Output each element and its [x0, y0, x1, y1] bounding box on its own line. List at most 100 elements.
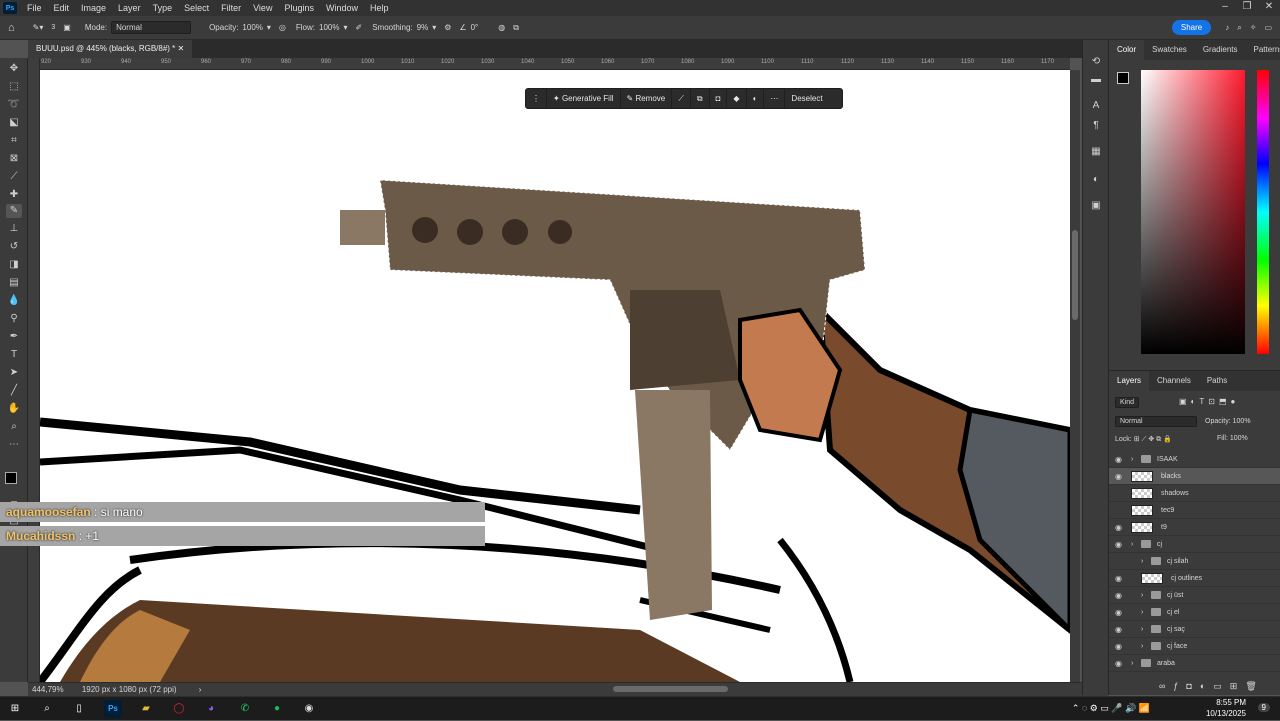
- zoom-tool-icon[interactable]: ⌕: [6, 420, 22, 434]
- mode-dropdown[interactable]: Normal: [111, 21, 191, 34]
- horizontal-scroll-thumb[interactable]: [613, 686, 728, 692]
- group-chevron-icon[interactable]: ›: [1141, 604, 1143, 621]
- object-select-tool-icon[interactable]: ⬕: [6, 116, 22, 130]
- obs-icon[interactable]: ◉: [300, 700, 318, 718]
- document-tab[interactable]: BUUU.psd @ 445% (blacks, RGB/8#) * ✕: [28, 40, 192, 58]
- foreground-swatch[interactable]: [1117, 72, 1129, 84]
- layer-row[interactable]: ◉t9: [1109, 519, 1280, 536]
- kind-filter[interactable]: Kind: [1115, 397, 1171, 410]
- gear-icon[interactable]: ⚙: [444, 23, 451, 32]
- deselect-button[interactable]: Deselect: [785, 88, 828, 109]
- task-view-icon[interactable]: ▯: [70, 700, 88, 718]
- visibility-eye-icon[interactable]: ◉: [1115, 638, 1125, 655]
- layer-row[interactable]: ◉›ISAAK: [1109, 451, 1280, 468]
- marquee-tool-icon[interactable]: ⬚: [6, 80, 22, 94]
- eyedropper-tool-icon[interactable]: ⟋: [6, 170, 22, 184]
- visibility-eye-icon[interactable]: ◉: [1115, 587, 1125, 604]
- transform-icon[interactable]: ⧉: [691, 88, 710, 109]
- menu-help[interactable]: Help: [364, 3, 395, 13]
- clock-date[interactable]: 10/13/2025: [1206, 709, 1246, 718]
- layer-row[interactable]: ◉›cj face: [1109, 638, 1280, 655]
- scroll-thumb[interactable]: [1072, 230, 1078, 320]
- fill-icon[interactable]: ◆: [727, 88, 746, 109]
- fill-value[interactable]: 100%: [1230, 435, 1248, 442]
- layer-row[interactable]: ◉›cj: [1109, 536, 1280, 553]
- photoshop-taskbar-icon[interactable]: Ps: [104, 700, 122, 718]
- hue-slider[interactable]: [1257, 70, 1269, 354]
- notification-badge[interactable]: 9: [1258, 703, 1270, 712]
- chevron-down-icon[interactable]: ▾: [432, 23, 436, 32]
- character-icon[interactable]: A: [1089, 100, 1103, 114]
- layer-row[interactable]: ◉blacks: [1109, 468, 1280, 485]
- layer-row[interactable]: shadows: [1109, 485, 1280, 502]
- generative-fill-button[interactable]: ✦ Generative Fill: [547, 88, 621, 109]
- close-tab-icon[interactable]: ✕: [178, 44, 185, 53]
- menu-view[interactable]: View: [247, 3, 278, 13]
- visibility-eye-icon[interactable]: ◉: [1115, 570, 1125, 587]
- history-icon[interactable]: ⟲: [1089, 56, 1103, 70]
- foreground-color-swatch[interactable]: [5, 472, 17, 484]
- lasso-tool-icon[interactable]: ➰: [6, 98, 22, 112]
- zoom-level[interactable]: 444,79%: [32, 685, 64, 694]
- brush-size[interactable]: 3: [51, 24, 55, 31]
- menu-filter[interactable]: Filter: [215, 3, 247, 13]
- crop-tool-icon[interactable]: ⌗: [6, 134, 22, 148]
- tab-layers[interactable]: Layers: [1109, 371, 1149, 391]
- layer-fill[interactable]: Fill: 100%: [1217, 435, 1248, 442]
- close-icon[interactable]: ✕: [1258, 0, 1280, 16]
- kind-filter-dropdown[interactable]: Kind: [1115, 397, 1139, 408]
- canvas[interactable]: [40, 70, 1070, 682]
- windows-start-icon[interactable]: ⊞: [6, 700, 24, 718]
- vertical-scrollbar[interactable]: [1070, 70, 1080, 682]
- line-tool-icon[interactable]: ╱: [6, 384, 22, 398]
- color-spectrum[interactable]: [1141, 70, 1245, 354]
- tab-gradients[interactable]: Gradients: [1195, 40, 1246, 60]
- angle-value[interactable]: 0°: [471, 23, 479, 32]
- tab-swatches[interactable]: Swatches: [1144, 40, 1195, 60]
- pressure-size-icon[interactable]: ◍: [498, 23, 505, 32]
- adjustment-icon[interactable]: ◐: [747, 88, 765, 109]
- menu-type[interactable]: Type: [147, 3, 179, 13]
- paragraph-icon[interactable]: ¶: [1089, 120, 1103, 134]
- layer-filter-icons[interactable]: ▣◐T⊡⬒●: [1179, 397, 1239, 406]
- more-tools-icon[interactable]: ⋯: [6, 438, 22, 452]
- home-icon[interactable]: ⌂: [8, 22, 15, 34]
- visibility-eye-icon[interactable]: ◉: [1115, 655, 1125, 672]
- move-tool-icon[interactable]: ✥: [6, 62, 22, 76]
- group-chevron-icon[interactable]: ›: [1131, 451, 1133, 468]
- blur-tool-icon[interactable]: 💧: [6, 294, 22, 308]
- opacity-value[interactable]: 100%: [242, 23, 262, 32]
- opera-icon[interactable]: ◯: [170, 700, 188, 718]
- menu-file[interactable]: File: [21, 3, 48, 13]
- dodge-tool-icon[interactable]: ⚲: [6, 312, 22, 326]
- group-chevron-icon[interactable]: ›: [1141, 553, 1143, 570]
- menu-layer[interactable]: Layer: [112, 3, 147, 13]
- bell-icon[interactable]: ♪: [1225, 23, 1229, 32]
- hand-tool-icon[interactable]: ✋: [6, 402, 22, 416]
- mask-icon[interactable]: ◘: [710, 88, 728, 109]
- visibility-eye-icon[interactable]: ◉: [1115, 451, 1125, 468]
- visibility-eye-icon[interactable]: ◉: [1115, 604, 1125, 621]
- layer-row[interactable]: ◉›cj saç: [1109, 621, 1280, 638]
- flow-value[interactable]: 100%: [319, 23, 339, 32]
- frame-tool-icon[interactable]: ⊠: [6, 152, 22, 166]
- modify-selection-icon[interactable]: ⟋: [672, 88, 691, 109]
- smoothing-value[interactable]: 9%: [417, 23, 429, 32]
- file-explorer-icon[interactable]: ▰: [137, 700, 155, 718]
- spotify-icon[interactable]: ●: [268, 700, 286, 718]
- layer-opacity[interactable]: Opacity: 100%: [1205, 418, 1251, 425]
- search-icon[interactable]: ⌕: [38, 700, 56, 718]
- workspace-icon[interactable]: ▭: [1264, 23, 1272, 32]
- visibility-eye-icon[interactable]: ◉: [1115, 621, 1125, 638]
- layer-row[interactable]: tec9: [1109, 502, 1280, 519]
- tab-color[interactable]: Color: [1109, 40, 1144, 60]
- visibility-eye-icon[interactable]: ◉: [1115, 468, 1125, 485]
- group-chevron-icon[interactable]: ›: [1131, 655, 1133, 672]
- share-button[interactable]: Share: [1172, 20, 1211, 35]
- menu-window[interactable]: Window: [320, 3, 364, 13]
- remove-button[interactable]: ✎ Remove: [621, 88, 673, 109]
- layer-opacity-value[interactable]: 100%: [1233, 418, 1251, 425]
- tab-paths[interactable]: Paths: [1199, 371, 1235, 391]
- visibility-eye-icon[interactable]: ◉: [1115, 519, 1125, 536]
- visibility-eye-icon[interactable]: ◉: [1115, 536, 1125, 553]
